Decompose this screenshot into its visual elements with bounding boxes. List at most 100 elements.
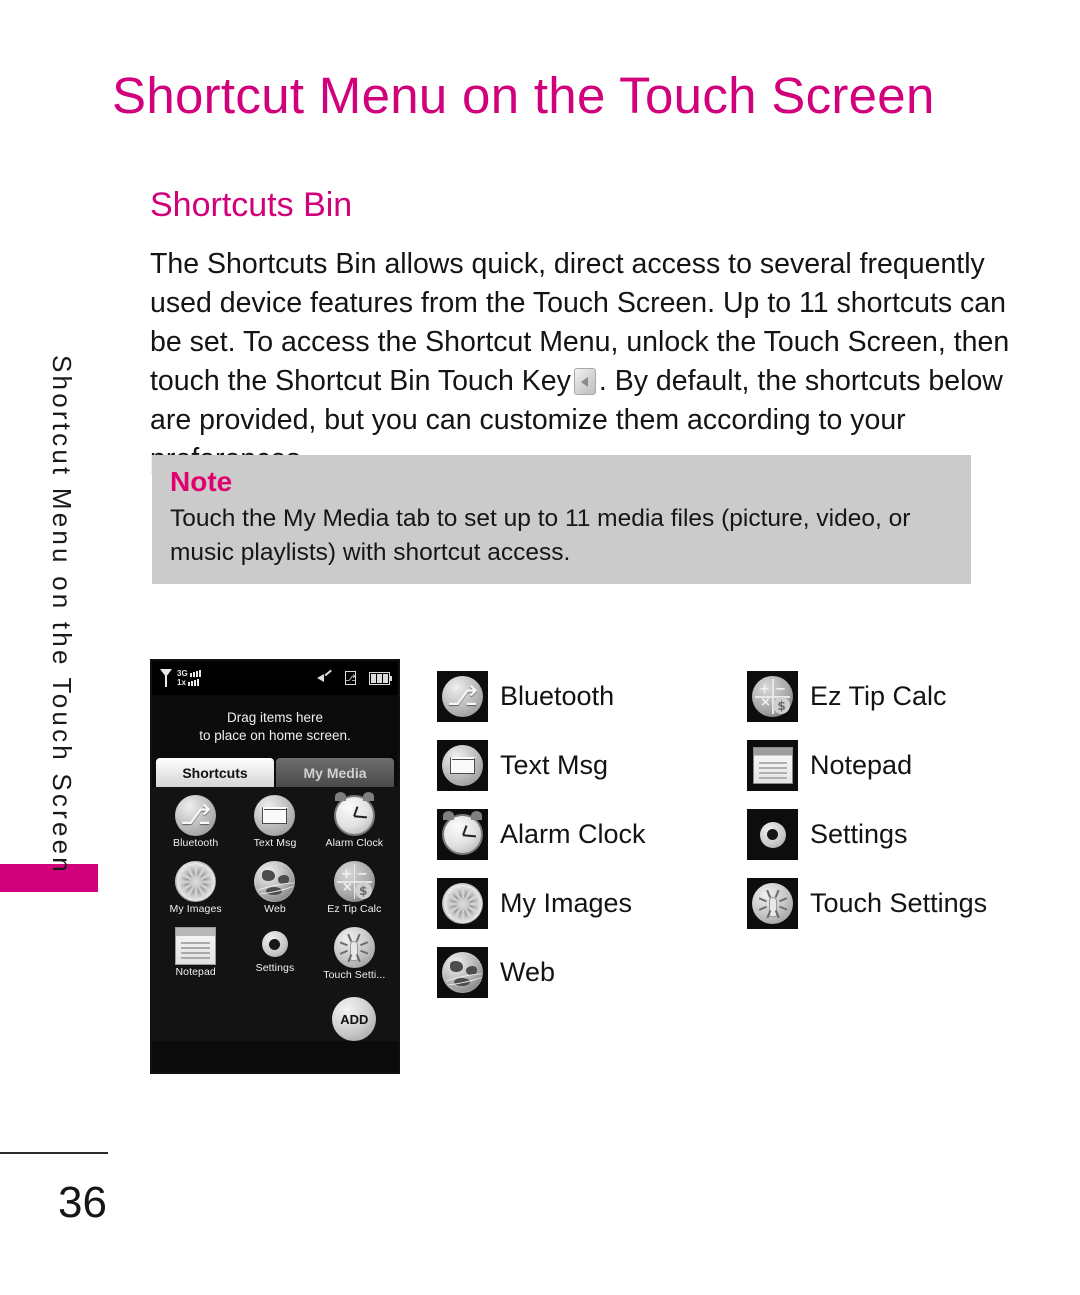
legend-item-web: Web xyxy=(437,938,646,1007)
signal-bars-3g xyxy=(189,670,201,677)
my-images-icon xyxy=(175,861,217,902)
status-right-group: ⎇ xyxy=(317,671,392,685)
sound-off-icon xyxy=(317,671,332,685)
shortcut-bin-touch-key-icon xyxy=(573,368,596,395)
legend-label: Notepad xyxy=(810,750,913,780)
phone-shortcut-grid: ⎇ Bluetooth Text Msg Alarm Clock My Imag… xyxy=(152,787,398,1041)
legend-icon-tile xyxy=(747,878,798,929)
grid-item-label: Text Msg xyxy=(253,837,297,849)
legend-label: Web xyxy=(500,957,556,987)
legend-item-alarm-clock: Alarm Clock xyxy=(437,800,646,869)
add-shortcut-cell[interactable]: ADD xyxy=(315,997,394,1041)
legend-item-text-msg: Text Msg xyxy=(437,731,646,800)
bluetooth-status-icon: ⎇ xyxy=(345,671,356,685)
antenna-icon xyxy=(160,669,173,687)
legend-label: Text Msg xyxy=(500,750,609,780)
drag-hint-line1: Drag items here xyxy=(226,710,324,725)
alarm-clock-icon xyxy=(442,811,483,855)
chapter-running-head: Shortcut Menu on the Touch Screen xyxy=(40,355,84,915)
legend-icon-tile: + − × $ xyxy=(747,671,798,722)
legend-icon-tile xyxy=(747,740,798,791)
status-signal-group: 3G 1x xyxy=(160,669,201,687)
legend-icon-tile xyxy=(437,878,488,929)
legend-label: Bluetooth xyxy=(500,681,615,711)
grid-item-label: My Images xyxy=(169,903,222,915)
grid-item-settings[interactable]: Settings xyxy=(235,927,314,993)
legend-item-touch-settings: Touch Settings xyxy=(747,869,987,938)
grid-item-text-msg[interactable]: Text Msg xyxy=(235,795,314,861)
my-images-icon xyxy=(442,883,483,924)
grid-spacer xyxy=(156,997,315,1041)
grid-row-2: My Images Web + − × $ Ez Tip Calc xyxy=(156,861,394,927)
globe-icon xyxy=(442,952,483,993)
legend-icon-tile: ⎇ xyxy=(437,671,488,722)
touch-settings-icon xyxy=(333,927,375,968)
grid-item-touch-settings[interactable]: Touch Setti... xyxy=(315,927,394,993)
battery-icon xyxy=(369,671,392,685)
chapter-running-head-label: Shortcut Menu on the Touch Screen xyxy=(47,355,77,875)
legend-item-ez-tip-calc: + − × $ Ez Tip Calc xyxy=(747,662,987,731)
grid-row-3: Notepad Settings Touch Setti... xyxy=(156,927,394,993)
notepad-icon xyxy=(752,747,793,784)
calculator-icon: + − × $ xyxy=(333,861,375,902)
legend-icon-tile xyxy=(747,809,798,860)
note-title: Note xyxy=(170,466,233,497)
network-indicators: 3G 1x xyxy=(177,668,201,687)
legend-item-my-images: My Images xyxy=(437,869,646,938)
grid-item-label: Bluetooth xyxy=(173,837,219,849)
legend-label: Touch Settings xyxy=(810,888,988,918)
grid-item-alarm-clock[interactable]: Alarm Clock xyxy=(315,792,394,861)
grid-row-4: ADD xyxy=(156,993,394,1041)
bluetooth-icon: ⎇ xyxy=(442,676,483,717)
body-paragraph: The Shortcuts Bin allows quick, direct a… xyxy=(150,245,1010,479)
page-title: Shortcut Menu on the Touch Screen xyxy=(112,67,935,124)
calculator-icon: + − × $ xyxy=(752,676,793,717)
grid-item-label: Settings xyxy=(255,962,295,974)
section-heading: Shortcuts Bin xyxy=(150,186,353,224)
network-1x-row: 1x xyxy=(177,677,201,687)
grid-row-1: ⎇ Bluetooth Text Msg Alarm Clock xyxy=(156,792,394,861)
tab-my-media[interactable]: My Media xyxy=(276,758,394,787)
note-box: Note Touch the My Media tab to set up to… xyxy=(152,455,971,584)
legend-item-bluetooth: ⎇ Bluetooth xyxy=(437,662,646,731)
grid-item-label: Touch Setti... xyxy=(323,969,386,981)
legend-item-settings: Settings xyxy=(747,800,987,869)
grid-item-bluetooth[interactable]: ⎇ Bluetooth xyxy=(156,795,235,861)
globe-icon xyxy=(254,861,296,902)
grid-item-notepad[interactable]: Notepad xyxy=(156,927,235,993)
grid-item-ez-tip-calc[interactable]: + − × $ Ez Tip Calc xyxy=(315,861,394,927)
notepad-icon xyxy=(175,927,217,965)
grid-item-my-images[interactable]: My Images xyxy=(156,861,235,927)
tab-shortcuts[interactable]: Shortcuts xyxy=(156,758,274,787)
drag-hint-line2: to place on home screen. xyxy=(199,728,351,743)
gear-icon xyxy=(756,818,790,852)
legend-icon-tile xyxy=(437,809,488,860)
legend-label: Ez Tip Calc xyxy=(810,681,947,711)
legend-column-left: ⎇ Bluetooth Text Msg Alarm Clock My Imag… xyxy=(437,662,646,1007)
legend-icon-tile xyxy=(437,947,488,998)
footer-rule xyxy=(0,1152,108,1154)
legend-column-right: + − × $ Ez Tip Calc Notepad Settings Tou… xyxy=(747,662,987,938)
gear-icon xyxy=(258,927,292,961)
drag-hint: Drag items here to place on home screen. xyxy=(152,695,398,745)
note-text: Touch the My Media tab to set up to 11 m… xyxy=(170,505,911,566)
envelope-icon xyxy=(442,745,483,786)
legend-icon-tile xyxy=(437,740,488,791)
grid-item-label: Web xyxy=(264,903,286,915)
add-button[interactable]: ADD xyxy=(332,997,377,1041)
network-1x-label: 1x xyxy=(177,677,186,687)
legend-label: Settings xyxy=(810,819,908,849)
grid-item-label: Ez Tip Calc xyxy=(327,903,382,915)
envelope-icon xyxy=(254,795,296,836)
grid-item-label: Alarm Clock xyxy=(325,837,384,849)
bluetooth-icon: ⎇ xyxy=(175,795,217,836)
signal-bars-1x xyxy=(187,679,199,686)
phone-screenshot: 3G 1x ⎇ Drag items here to place on home… xyxy=(150,659,400,1074)
legend-item-notepad: Notepad xyxy=(747,731,987,800)
legend-label: My Images xyxy=(500,888,633,918)
network-3g-row: 3G xyxy=(177,668,201,678)
grid-item-web[interactable]: Web xyxy=(235,861,314,927)
network-3g-label: 3G xyxy=(177,668,188,678)
page-number: 36 xyxy=(58,1178,107,1227)
alarm-clock-icon xyxy=(333,792,375,836)
